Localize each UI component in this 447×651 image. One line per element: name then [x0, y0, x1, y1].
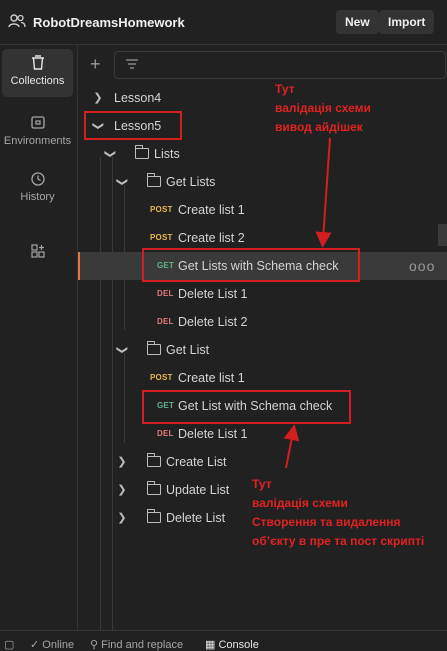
arrow-down — [315, 137, 332, 248]
status-bar: ▢ ✓︎ Online ⚲ Find and replace ▦ Console — [0, 630, 447, 651]
arrow-up — [283, 424, 300, 469]
annotation-arrows — [283, 137, 332, 469]
online-status[interactable]: ✓︎ Online — [30, 638, 74, 651]
console-label: Console — [218, 639, 259, 651]
layout-icon[interactable]: ▢ — [4, 638, 14, 651]
online-label: Online — [42, 639, 75, 651]
find-replace-label: Find and replace — [101, 639, 184, 651]
find-replace[interactable]: ⚲ Find and replace — [90, 638, 183, 651]
console[interactable]: ▦ Console — [205, 638, 259, 651]
